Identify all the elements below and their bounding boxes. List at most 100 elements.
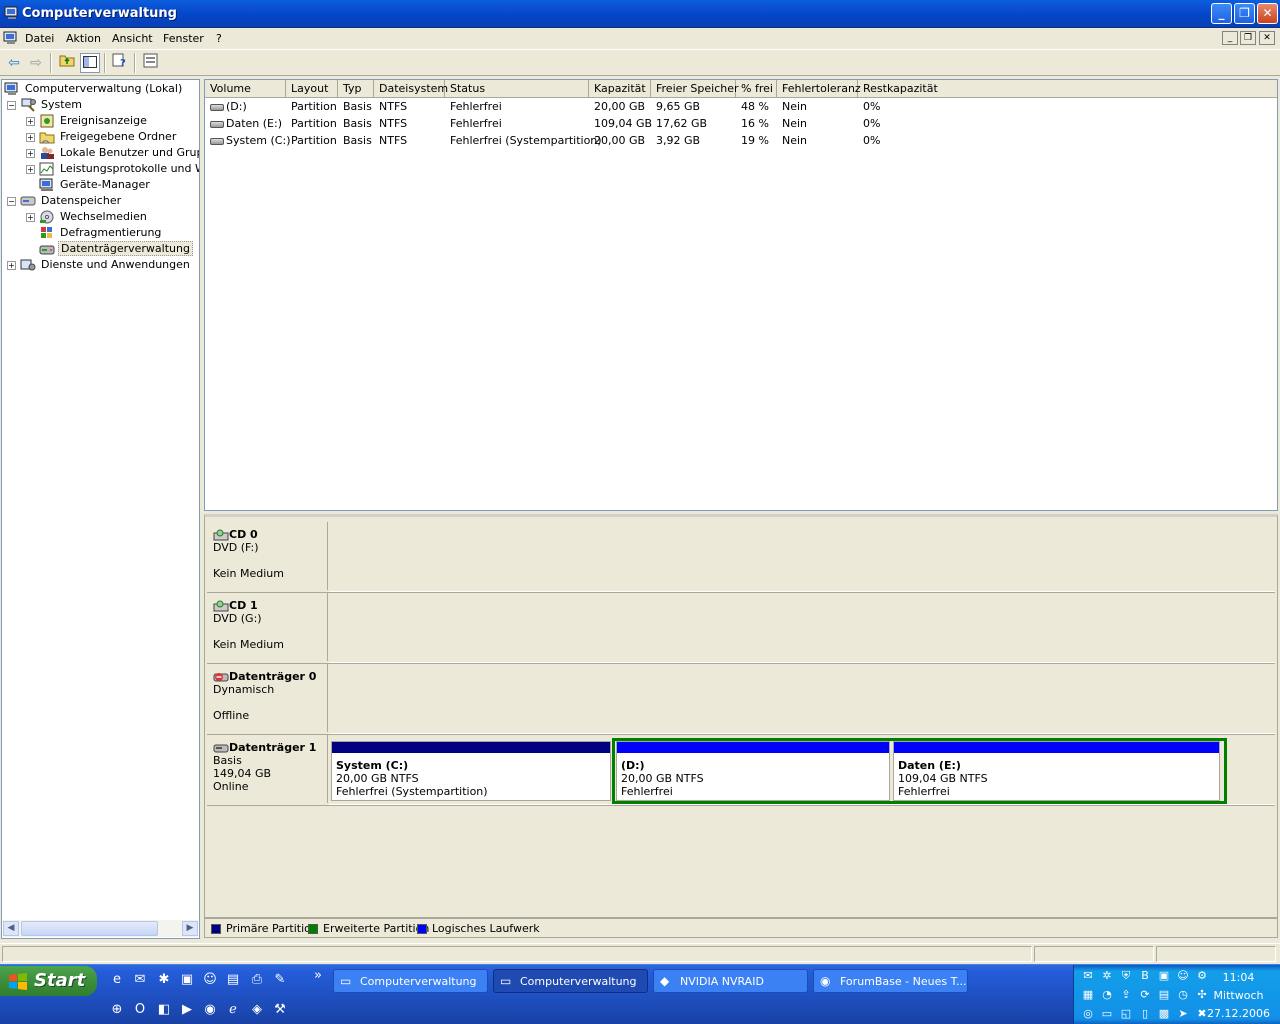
disk-graphical-view[interactable]: CD 0 DVD (F:) Kein Medium CD 1 DVD (G:) … (204, 514, 1278, 918)
scroll-thumb[interactable] (21, 921, 158, 936)
ie-icon[interactable]: e (108, 971, 126, 989)
tray-folder-icon[interactable]: ▭ (1099, 1006, 1115, 1022)
scroll-left-icon[interactable]: ◀ (3, 921, 19, 936)
child-restore-button[interactable]: ❐ (1240, 31, 1256, 45)
volume-list[interactable]: Volume Layout Typ Dateisystem Status Kap… (204, 79, 1278, 511)
tray-audio-icon[interactable]: ◔ (1099, 987, 1115, 1003)
tray-monitor-icon[interactable]: ▣ (1156, 968, 1172, 984)
tray-clock-icon[interactable]: ◷ (1175, 987, 1191, 1003)
menu-datei[interactable]: Datei (25, 32, 54, 45)
help-icon[interactable]: ? (110, 53, 130, 73)
table-row[interactable]: System (C:) Partition Basis NTFS Fehlerf… (205, 132, 1277, 149)
tree-item-users[interactable]: +Lokale Benutzer und Gruppen (26, 145, 199, 161)
menu-aktion[interactable]: Aktion (66, 32, 101, 45)
tree-item-perf[interactable]: +Leistungsprotokolle und Warnungen (26, 161, 199, 177)
child-close-button[interactable]: ✕ (1259, 31, 1275, 45)
window-title-bar[interactable]: Computerverwaltung _ ❐ ✕ (0, 0, 1280, 28)
disk-strip-cd1[interactable] (329, 593, 1275, 663)
close-button[interactable]: ✕ (1257, 3, 1278, 24)
overflow-chevron-icon[interactable]: » (312, 967, 324, 985)
opera-icon[interactable]: O (131, 1001, 149, 1019)
column-header-free-space[interactable]: Freier Speicher (651, 80, 739, 98)
tree-item-events[interactable]: + Ereignisanzeige (26, 113, 149, 129)
task-forumbase[interactable]: ◉ ForumBase - Neues T... (813, 969, 968, 993)
forward-arrow-icon[interactable]: ⇨ (26, 53, 46, 73)
column-header-status[interactable]: Status (445, 80, 589, 98)
column-header-fault-tolerance[interactable]: Fehlertoleranz (777, 80, 861, 98)
outlook-icon[interactable]: ✉ (131, 971, 149, 989)
properties-icon[interactable] (141, 53, 161, 73)
tool-icon[interactable]: ⚒ (271, 1001, 289, 1019)
column-header-layout[interactable]: Layout (286, 80, 338, 98)
tree-item-devmgr[interactable]: Geräte-Manager (39, 177, 152, 193)
disk-label-disk1[interactable]: Datenträger 1 Basis 149,04 GB Online (207, 735, 328, 803)
expand-icon[interactable]: + (26, 212, 35, 222)
tree-item-system[interactable]: − System (7, 97, 84, 113)
expand-icon[interactable]: + (26, 148, 35, 158)
settings-icon[interactable]: ✱ (155, 971, 173, 989)
media-player-icon[interactable]: ▶ (178, 1001, 196, 1019)
tray-safely-remove-icon[interactable]: ⇪ (1118, 987, 1134, 1003)
tray-display-icon[interactable]: ▩ (1156, 1006, 1172, 1022)
restore-button[interactable]: ❐ (1234, 3, 1255, 24)
tray-shield-icon[interactable]: ⛨ (1118, 968, 1134, 984)
console-tree[interactable]: Computerverwaltung (Lokal) − System + Erei… (1, 79, 200, 939)
show-hide-tree-icon[interactable] (80, 53, 100, 73)
column-header-type[interactable]: Typ (338, 80, 374, 98)
tree-item-diskmgmt[interactable]: Datenträgerverwaltung (39, 241, 193, 257)
tray-disc-icon[interactable]: ◎ (1080, 1006, 1096, 1022)
minimize-button[interactable]: _ (1211, 3, 1232, 24)
scroll-right-icon[interactable]: ▶ (182, 921, 198, 936)
tray-green-arrow-icon[interactable]: ➤ (1175, 1006, 1191, 1022)
partition-system-c[interactable]: System (C:) 20,00 GB NTFS Fehlerfrei (Sy… (331, 741, 611, 801)
tree-item-services[interactable]: + Dienste und Anwendungen (7, 257, 192, 273)
printer-icon[interactable]: ⎙ (248, 971, 266, 989)
browser-icon[interactable]: ℯ (224, 1001, 242, 1019)
tray-app-icon[interactable]: ▤ (1156, 987, 1172, 1003)
tray-mouse-icon[interactable]: ▯ (1137, 1006, 1153, 1022)
app-icon[interactable]: ◧ (155, 1001, 173, 1019)
disk-strip-cd0[interactable] (329, 522, 1275, 592)
tray-b-icon[interactable]: B (1137, 968, 1153, 984)
disk-strip-disk1[interactable]: System (C:) 20,00 GB NTFS Fehlerfrei (Sy… (329, 735, 1275, 805)
disk-label-cd0[interactable]: CD 0 DVD (F:) Kein Medium (207, 522, 328, 590)
monitor-icon[interactable]: ▤ (224, 971, 242, 989)
task-computerverwaltung-2[interactable]: ▭ Computerverwaltung (493, 969, 648, 993)
network-icon[interactable]: ⊕ (108, 1001, 126, 1019)
disk-label-cd1[interactable]: CD 1 DVD (G:) Kein Medium (207, 593, 328, 661)
app-icon[interactable]: ◈ (248, 1001, 266, 1019)
partition-daten-e[interactable]: Daten (E:) 109,04 GB NTFS Fehlerfrei (893, 741, 1220, 801)
up-folder-icon[interactable] (57, 53, 77, 73)
expand-icon[interactable]: + (26, 116, 35, 126)
table-row[interactable]: Daten (E:) Partition Basis NTFS Fehlerfr… (205, 115, 1277, 132)
column-header-capacity[interactable]: Kapazität (589, 80, 651, 98)
firefox-icon[interactable]: ◉ (201, 1001, 219, 1019)
disk-strip-disk0[interactable] (329, 664, 1275, 734)
tree-item-removable[interactable]: + Wechselmedien (26, 209, 149, 225)
tree-item-defrag[interactable]: Defragmentierung (39, 225, 163, 241)
collapse-icon[interactable]: − (7, 196, 16, 206)
tray-window-icon[interactable]: ◱ (1118, 1006, 1134, 1022)
app-icon[interactable]: ▣ (178, 971, 196, 989)
back-arrow-icon[interactable]: ⇦ (4, 53, 24, 73)
menu-fenster[interactable]: Fenster (163, 32, 204, 45)
tree-item-shared[interactable]: + Freigegebene Ordner (26, 129, 178, 145)
tree-item-storage[interactable]: − Datenspeicher (7, 193, 123, 209)
tree-horizontal-scrollbar[interactable]: ◀ ▶ (3, 920, 198, 937)
column-header-percent-free[interactable]: % frei (736, 80, 777, 98)
partition-d[interactable]: (D:) 20,00 GB NTFS Fehlerfrei (616, 741, 890, 801)
tray-user-icon[interactable]: ☺ (1175, 968, 1191, 984)
expand-icon[interactable]: + (7, 260, 16, 270)
table-row[interactable]: (D:) Partition Basis NTFS Fehlerfrei 20,… (205, 98, 1277, 115)
task-nvidia-nvraid[interactable]: ◆ NVIDIA NVRAID (653, 969, 808, 993)
tray-network-icon[interactable]: ▦ (1080, 987, 1096, 1003)
start-button[interactable]: Start (0, 966, 97, 996)
tray-update-icon[interactable]: ⟳ (1137, 987, 1153, 1003)
column-header-volume[interactable]: Volume (205, 80, 286, 98)
collapse-icon[interactable]: − (7, 100, 16, 110)
child-minimize-button[interactable]: _ (1222, 31, 1238, 45)
messenger-icon[interactable]: ☺ (201, 971, 219, 989)
menu-help[interactable]: ? (216, 32, 222, 45)
task-computerverwaltung-1[interactable]: ▭ Computerverwaltung (333, 969, 488, 993)
column-header-filesystem[interactable]: Dateisystem (374, 80, 448, 98)
